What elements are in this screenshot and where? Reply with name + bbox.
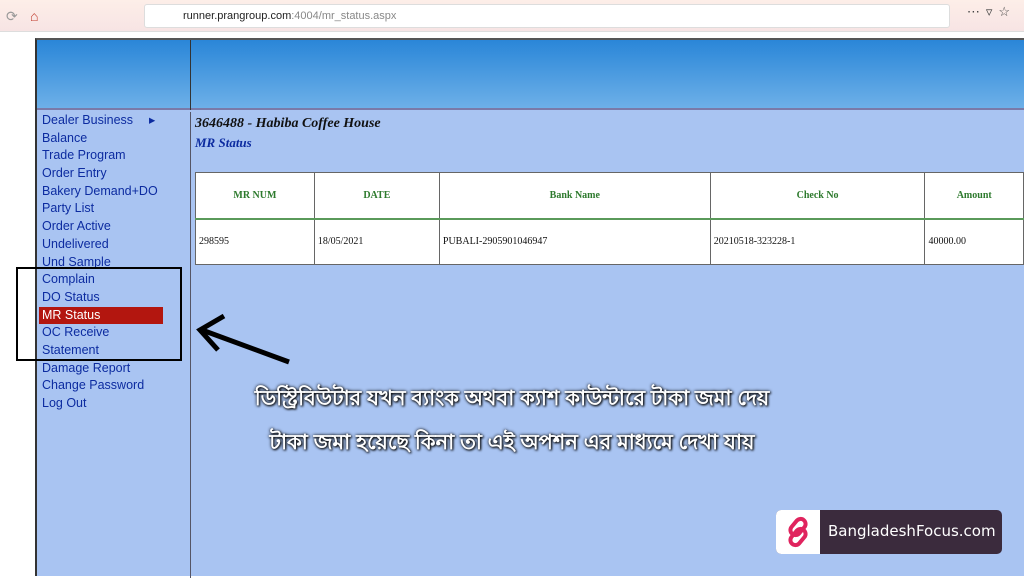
table-cell: 20210518-323228-1 [709,218,926,265]
table-cell: 298595 [195,218,315,265]
sidebar-item-order-entry[interactable]: Order Entry [37,165,190,183]
pocket-icon[interactable]: ▿ [986,4,999,19]
page-title: 3646488 - Habiba Coffee House [195,116,381,131]
address-bar[interactable]: runner.prangroup.com:4004/mr_status.aspx [144,4,950,28]
sidebar-item-trade-program[interactable]: Trade Program [37,147,190,165]
reload-icon[interactable]: ⟳ [6,8,18,25]
table-row: 298595 18/05/2021 PUBALI-2905901046947 2021… [195,218,1024,265]
column-header: DATE [313,172,440,220]
page: Dealer Business ▸ Balance Trade Program Orde… [35,38,1024,578]
column-header: Bank Name [438,172,711,220]
more-icon[interactable]: ⋯ [967,4,986,19]
caption-line-1: ডিস্ট্রিবিউটার যখন ব্যাংক অথবা ক্যাশ কাউ… [254,387,770,410]
bookmark-star-icon[interactable]: ☆ [998,4,1016,19]
table-cell: 40000.00 [924,218,1024,265]
sidebar-item-dealer-business[interactable]: Dealer Business ▸ [37,112,190,130]
submenu-arrow-icon: ▸ [149,113,156,127]
table-cell: 18/05/2021 [313,218,440,265]
caption-line-2: টাকা জমা হয়েছে কিনা তা এই অপশন এর মাধ্য… [269,431,755,454]
sidebar-item-balance[interactable]: Balance [37,130,190,148]
sidebar-item-damage-report[interactable]: Damage Report [37,360,190,378]
mr-status-table: MR NUM DATE Bank Name Check No Amount 298595… [195,172,1024,265]
sidebar-item-party-list[interactable]: Party List [37,200,190,218]
link-icon [776,510,820,554]
column-header: Check No [709,172,926,220]
arrow-icon [196,313,290,365]
sidebar-item-undelivered[interactable]: Undelivered [37,236,190,254]
sidebar-item-bakery-demand-do[interactable]: Bakery Demand+DO [37,183,190,201]
home-icon[interactable]: ⌂ [30,8,38,24]
page-subtitle: MR Status [195,135,252,150]
column-header: Amount [924,172,1024,220]
header-banner [37,40,1024,110]
table-cell: PUBALI-2905901046947 [438,218,711,265]
watermark-logo: BangladeshFocus.com [776,510,1002,554]
sidebar-item-order-active[interactable]: Order Active [37,218,190,236]
column-header: MR NUM [195,172,315,220]
highlight-box [16,267,182,361]
browser-toolbar: ⟳ ⌂ runner.prangroup.com:4004/mr_status.… [0,0,1024,32]
